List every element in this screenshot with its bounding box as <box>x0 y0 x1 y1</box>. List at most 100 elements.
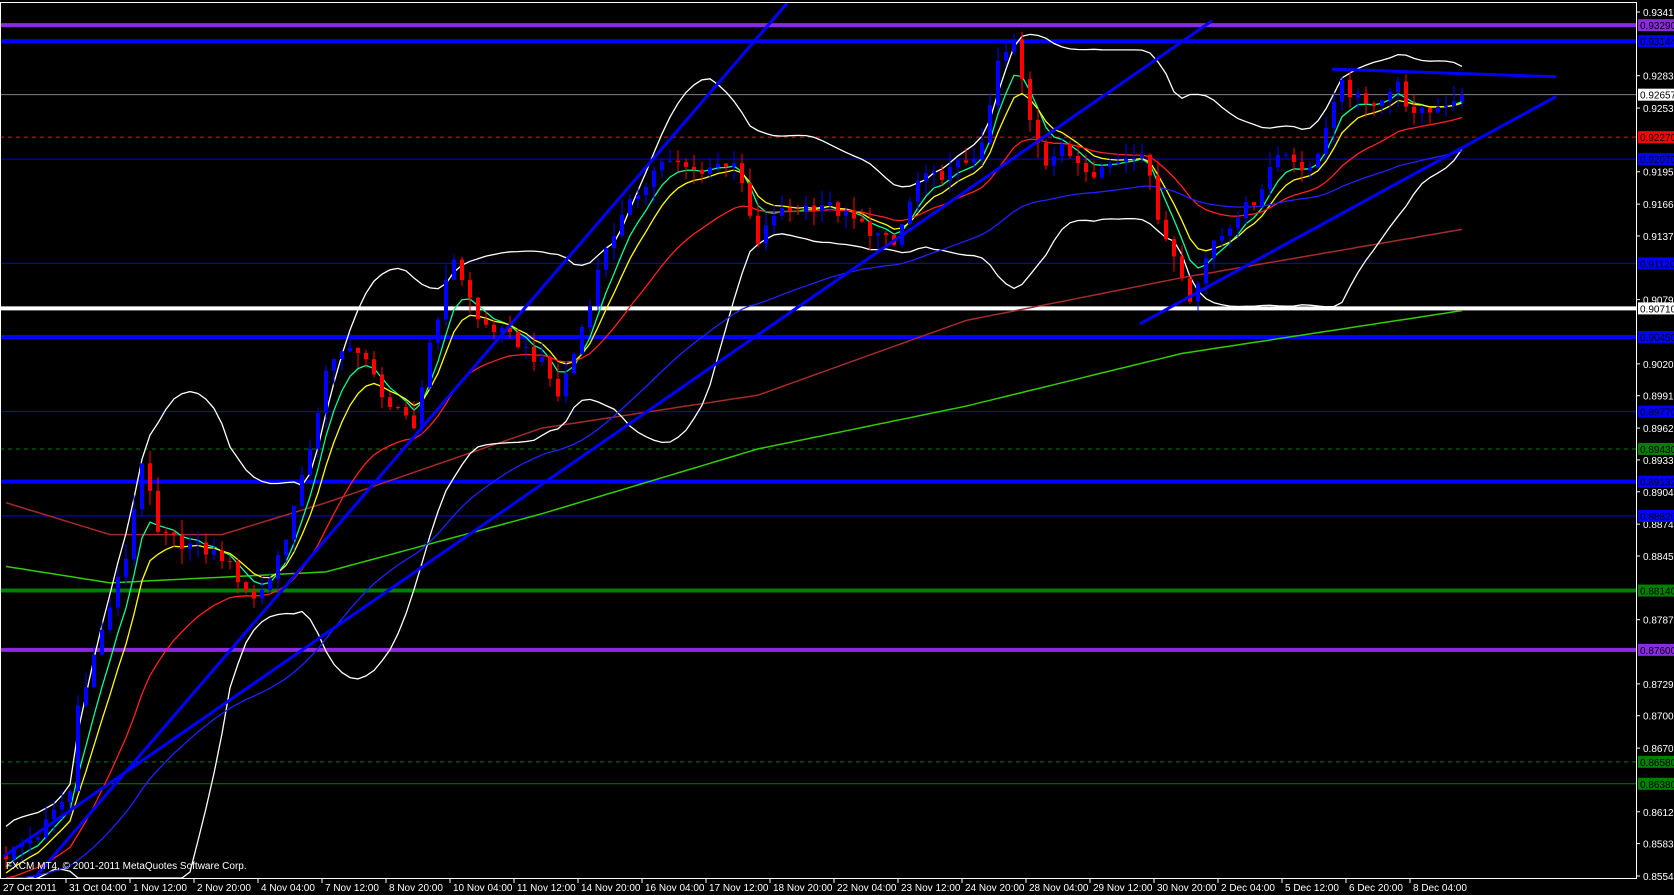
level-price-label: 0.92657 <box>1640 91 1674 102</box>
candle-body <box>276 555 280 579</box>
candle <box>1156 160 1160 225</box>
time-tick-label: 7 Nov 12:00 <box>325 883 379 894</box>
time-tick-label: 31 Oct 04:00 <box>69 883 127 894</box>
candle <box>236 558 240 594</box>
candle <box>852 196 856 230</box>
candle <box>380 366 384 409</box>
candle-body <box>588 306 592 328</box>
level-price-label: 0.93290 <box>1640 21 1674 32</box>
candle-body <box>268 578 272 591</box>
candle <box>732 151 736 181</box>
candle-body <box>60 802 64 810</box>
time-tick-label: 28 Nov 04:00 <box>1029 883 1089 894</box>
price-tick-label: 0.85835 <box>1643 840 1674 851</box>
candle <box>300 466 304 510</box>
candle-body <box>324 370 328 413</box>
candle <box>1244 195 1248 225</box>
candle <box>1268 151 1272 197</box>
level-price-label: 0.91120 <box>1640 259 1674 270</box>
price-tick-label: 0.92830 <box>1643 72 1674 83</box>
candle-body <box>1132 158 1136 160</box>
candle-body <box>932 171 936 174</box>
candle-body <box>236 561 240 583</box>
candle-body <box>772 215 776 226</box>
time-tick-label: 2 Nov 20:00 <box>197 883 251 894</box>
candle-body <box>76 705 80 792</box>
level-price-label: 0.92270 <box>1640 133 1674 144</box>
candle-body <box>700 169 704 174</box>
candle-body <box>692 166 696 170</box>
time-tick-label: 4 Nov 04:00 <box>261 883 315 894</box>
time-tick-label: 8 Nov 20:00 <box>389 883 443 894</box>
candle <box>108 597 112 634</box>
price-tick-label: 0.91660 <box>1643 200 1674 211</box>
candle-body <box>36 837 40 841</box>
candle-body <box>484 319 488 325</box>
candle <box>1044 139 1048 170</box>
candle-body <box>1244 202 1248 219</box>
candle-body <box>140 463 144 510</box>
candle-body <box>660 161 664 171</box>
candle-body <box>284 539 288 556</box>
candle <box>1028 71 1032 132</box>
candle-body <box>1116 162 1120 164</box>
candle <box>1212 239 1216 269</box>
candle <box>356 346 360 368</box>
candle <box>1164 210 1168 242</box>
candle <box>452 254 456 280</box>
time-tick-label: 27 Oct 2011 <box>3 883 57 894</box>
candle-body <box>1012 39 1016 52</box>
candle-body <box>220 550 224 562</box>
candle <box>276 550 280 592</box>
level-price-label: 0.88140 <box>1640 587 1674 598</box>
candle <box>116 567 120 616</box>
candle <box>396 405 400 410</box>
candle <box>836 200 840 223</box>
level-price-label: 0.90710 <box>1640 304 1674 315</box>
candle-body <box>212 550 216 555</box>
candle <box>76 695 80 793</box>
candle-body <box>1436 106 1440 113</box>
trendline <box>1331 67 1557 79</box>
candle-body <box>1060 144 1064 157</box>
price-tick-label: 0.87875 <box>1643 616 1674 627</box>
candle-body <box>940 171 944 181</box>
candle <box>84 672 88 708</box>
candle <box>1436 98 1440 114</box>
candle-body <box>628 199 632 215</box>
candle-body <box>844 210 848 216</box>
candle <box>1260 183 1264 209</box>
candle <box>388 392 392 411</box>
candle-body <box>812 205 816 211</box>
candle-body <box>68 791 72 803</box>
candle-body <box>652 170 656 187</box>
time-axis[interactable]: 27 Oct 2011 31 Oct 04:00 1 Nov 12:00 2 Nov … <box>3 878 1467 894</box>
candle-body <box>836 202 840 216</box>
candle <box>668 149 672 164</box>
candle-body <box>52 809 56 820</box>
candle <box>1444 96 1448 117</box>
chart-frame <box>0 2 1637 879</box>
candle-body <box>1340 79 1344 102</box>
candle <box>996 47 1000 111</box>
candle-body <box>196 542 200 544</box>
trendlines[interactable] <box>3 2 1557 879</box>
candle-body <box>524 346 528 348</box>
candle <box>540 342 544 367</box>
candle-body <box>1292 154 1296 162</box>
candle-body <box>316 412 320 449</box>
candle <box>460 256 464 286</box>
time-tick-label: 23 Nov 12:00 <box>901 883 961 894</box>
candle-body <box>348 347 352 352</box>
candle-body <box>676 160 680 163</box>
price-tick-label: 0.89330 <box>1643 456 1674 467</box>
price-axis[interactable]: 0.93410 0.92830 0.92535 0.91955 0.91660 0.913… <box>1636 8 1674 883</box>
time-tick-label: 11 Nov 12:00 <box>517 883 576 894</box>
candle <box>476 296 480 329</box>
candle-body <box>180 535 184 549</box>
candle <box>1412 94 1416 125</box>
candle <box>804 195 808 221</box>
candle <box>436 316 440 350</box>
price-tick-label: 0.85540 <box>1643 872 1674 883</box>
price-chart[interactable]: 0.93410 0.92830 0.92535 0.91955 0.91660 0.913… <box>0 0 1674 895</box>
